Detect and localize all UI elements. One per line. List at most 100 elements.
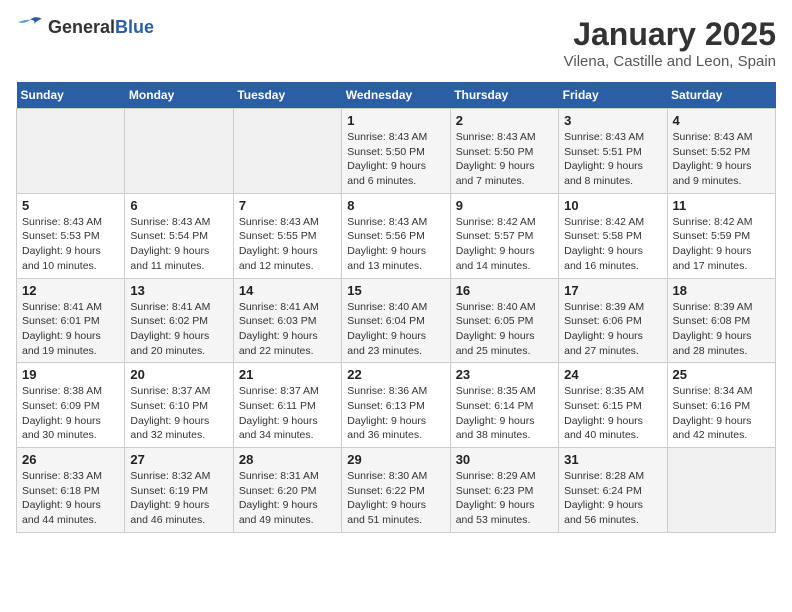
weekday-header: Monday [125,82,233,109]
calendar-cell: 18 Sunrise: 8:39 AM Sunset: 6:08 PM Dayli… [667,278,775,363]
day-number: 20 [130,367,227,382]
day-info: Sunrise: 8:29 AM Sunset: 6:23 PM Dayligh… [456,469,553,528]
day-number: 27 [130,452,227,467]
day-info: Sunrise: 8:43 AM Sunset: 5:50 PM Dayligh… [347,130,444,189]
calendar-cell: 30 Sunrise: 8:29 AM Sunset: 6:23 PM Dayli… [450,448,558,533]
day-info: Sunrise: 8:43 AM Sunset: 5:55 PM Dayligh… [239,215,336,274]
calendar-cell: 28 Sunrise: 8:31 AM Sunset: 6:20 PM Dayli… [233,448,341,533]
calendar-cell: 22 Sunrise: 8:36 AM Sunset: 6:13 PM Dayli… [342,363,450,448]
day-number: 23 [456,367,553,382]
calendar-cell [233,109,341,194]
day-info: Sunrise: 8:42 AM Sunset: 5:57 PM Dayligh… [456,215,553,274]
day-info: Sunrise: 8:37 AM Sunset: 6:11 PM Dayligh… [239,384,336,443]
day-number: 18 [673,283,770,298]
calendar-cell: 23 Sunrise: 8:35 AM Sunset: 6:14 PM Dayli… [450,363,558,448]
day-info: Sunrise: 8:35 AM Sunset: 6:14 PM Dayligh… [456,384,553,443]
day-number: 6 [130,198,227,213]
weekday-header: Saturday [667,82,775,109]
day-number: 28 [239,452,336,467]
day-number: 19 [22,367,119,382]
day-info: Sunrise: 8:43 AM Sunset: 5:50 PM Dayligh… [456,130,553,189]
day-number: 17 [564,283,661,298]
calendar-cell: 3Sunrise: 8:43 AM Sunset: 5:51 PM Daylig… [559,109,667,194]
calendar-cell: 24 Sunrise: 8:35 AM Sunset: 6:15 PM Dayli… [559,363,667,448]
day-number: 9 [456,198,553,213]
calendar-week-row: 12 Sunrise: 8:41 AM Sunset: 6:01 PM Dayli… [17,278,776,363]
weekday-header: Tuesday [233,82,341,109]
weekday-header-row: SundayMondayTuesdayWednesdayThursdayFrid… [17,82,776,109]
day-info: Sunrise: 8:42 AM Sunset: 5:58 PM Dayligh… [564,215,661,274]
day-info: Sunrise: 8:34 AM Sunset: 6:16 PM Dayligh… [673,384,770,443]
logo-general: General [48,17,115,37]
calendar-cell: 19 Sunrise: 8:38 AM Sunset: 6:09 PM Dayli… [17,363,125,448]
day-number: 1 [347,113,444,128]
logo-blue: Blue [115,17,154,37]
calendar-week-row: 26Sunrise: 8:33 AM Sunset: 6:18 PM Dayli… [17,448,776,533]
calendar-cell: 5Sunrise: 8:43 AM Sunset: 5:53 PM Daylig… [17,193,125,278]
weekday-header: Sunday [17,82,125,109]
calendar-cell: 20Sunrise: 8:37 AM Sunset: 6:10 PM Dayli… [125,363,233,448]
calendar-table: SundayMondayTuesdayWednesdayThursdayFrid… [16,82,776,533]
day-number: 24 [564,367,661,382]
day-info: Sunrise: 8:43 AM Sunset: 5:54 PM Dayligh… [130,215,227,274]
day-info: Sunrise: 8:31 AM Sunset: 6:20 PM Dayligh… [239,469,336,528]
day-number: 22 [347,367,444,382]
calendar-cell: 8Sunrise: 8:43 AM Sunset: 5:56 PM Daylig… [342,193,450,278]
day-info: Sunrise: 8:43 AM Sunset: 5:52 PM Dayligh… [673,130,770,189]
day-number: 29 [347,452,444,467]
day-number: 21 [239,367,336,382]
calendar-cell [667,448,775,533]
day-info: Sunrise: 8:42 AM Sunset: 5:59 PM Dayligh… [673,215,770,274]
day-number: 26 [22,452,119,467]
day-number: 14 [239,283,336,298]
day-info: Sunrise: 8:41 AM Sunset: 6:03 PM Dayligh… [239,300,336,359]
calendar-cell [17,109,125,194]
calendar-cell [125,109,233,194]
day-info: Sunrise: 8:36 AM Sunset: 6:13 PM Dayligh… [347,384,444,443]
calendar-cell: 1 Sunrise: 8:43 AM Sunset: 5:50 PM Daylig… [342,109,450,194]
day-number: 30 [456,452,553,467]
day-info: Sunrise: 8:39 AM Sunset: 6:08 PM Dayligh… [673,300,770,359]
calendar-week-row: 1 Sunrise: 8:43 AM Sunset: 5:50 PM Daylig… [17,109,776,194]
day-info: Sunrise: 8:43 AM Sunset: 5:51 PM Dayligh… [564,130,661,189]
day-info: Sunrise: 8:38 AM Sunset: 6:09 PM Dayligh… [22,384,119,443]
day-number: 31 [564,452,661,467]
day-number: 12 [22,283,119,298]
calendar-cell: 2Sunrise: 8:43 AM Sunset: 5:50 PM Daylig… [450,109,558,194]
logo: GeneralBlue [16,16,154,38]
day-number: 15 [347,283,444,298]
weekday-header: Friday [559,82,667,109]
day-info: Sunrise: 8:32 AM Sunset: 6:19 PM Dayligh… [130,469,227,528]
calendar-cell: 26Sunrise: 8:33 AM Sunset: 6:18 PM Dayli… [17,448,125,533]
day-info: Sunrise: 8:43 AM Sunset: 5:56 PM Dayligh… [347,215,444,274]
calendar-week-row: 5Sunrise: 8:43 AM Sunset: 5:53 PM Daylig… [17,193,776,278]
logo-icon [16,16,44,38]
day-info: Sunrise: 8:41 AM Sunset: 6:02 PM Dayligh… [130,300,227,359]
calendar-cell: 11Sunrise: 8:42 AM Sunset: 5:59 PM Dayli… [667,193,775,278]
day-info: Sunrise: 8:35 AM Sunset: 6:15 PM Dayligh… [564,384,661,443]
day-info: Sunrise: 8:41 AM Sunset: 6:01 PM Dayligh… [22,300,119,359]
calendar-cell: 16 Sunrise: 8:40 AM Sunset: 6:05 PM Dayli… [450,278,558,363]
calendar-cell: 10Sunrise: 8:42 AM Sunset: 5:58 PM Dayli… [559,193,667,278]
calendar-cell: 7Sunrise: 8:43 AM Sunset: 5:55 PM Daylig… [233,193,341,278]
main-title: January 2025 [564,16,776,53]
day-number: 16 [456,283,553,298]
calendar-cell: 15 Sunrise: 8:40 AM Sunset: 6:04 PM Dayli… [342,278,450,363]
day-number: 25 [673,367,770,382]
subtitle: Vilena, Castille and Leon, Spain [564,53,776,70]
calendar-cell: 27 Sunrise: 8:32 AM Sunset: 6:19 PM Dayli… [125,448,233,533]
logo-text: GeneralBlue [48,17,154,38]
weekday-header: Thursday [450,82,558,109]
calendar-week-row: 19 Sunrise: 8:38 AM Sunset: 6:09 PM Dayli… [17,363,776,448]
calendar-cell: 4 Sunrise: 8:43 AM Sunset: 5:52 PM Daylig… [667,109,775,194]
day-info: Sunrise: 8:40 AM Sunset: 6:04 PM Dayligh… [347,300,444,359]
calendar-cell: 25 Sunrise: 8:34 AM Sunset: 6:16 PM Dayli… [667,363,775,448]
day-info: Sunrise: 8:40 AM Sunset: 6:05 PM Dayligh… [456,300,553,359]
day-info: Sunrise: 8:39 AM Sunset: 6:06 PM Dayligh… [564,300,661,359]
day-number: 13 [130,283,227,298]
day-number: 4 [673,113,770,128]
calendar-cell: 21 Sunrise: 8:37 AM Sunset: 6:11 PM Dayli… [233,363,341,448]
day-info: Sunrise: 8:30 AM Sunset: 6:22 PM Dayligh… [347,469,444,528]
calendar-cell: 12 Sunrise: 8:41 AM Sunset: 6:01 PM Dayli… [17,278,125,363]
day-number: 5 [22,198,119,213]
